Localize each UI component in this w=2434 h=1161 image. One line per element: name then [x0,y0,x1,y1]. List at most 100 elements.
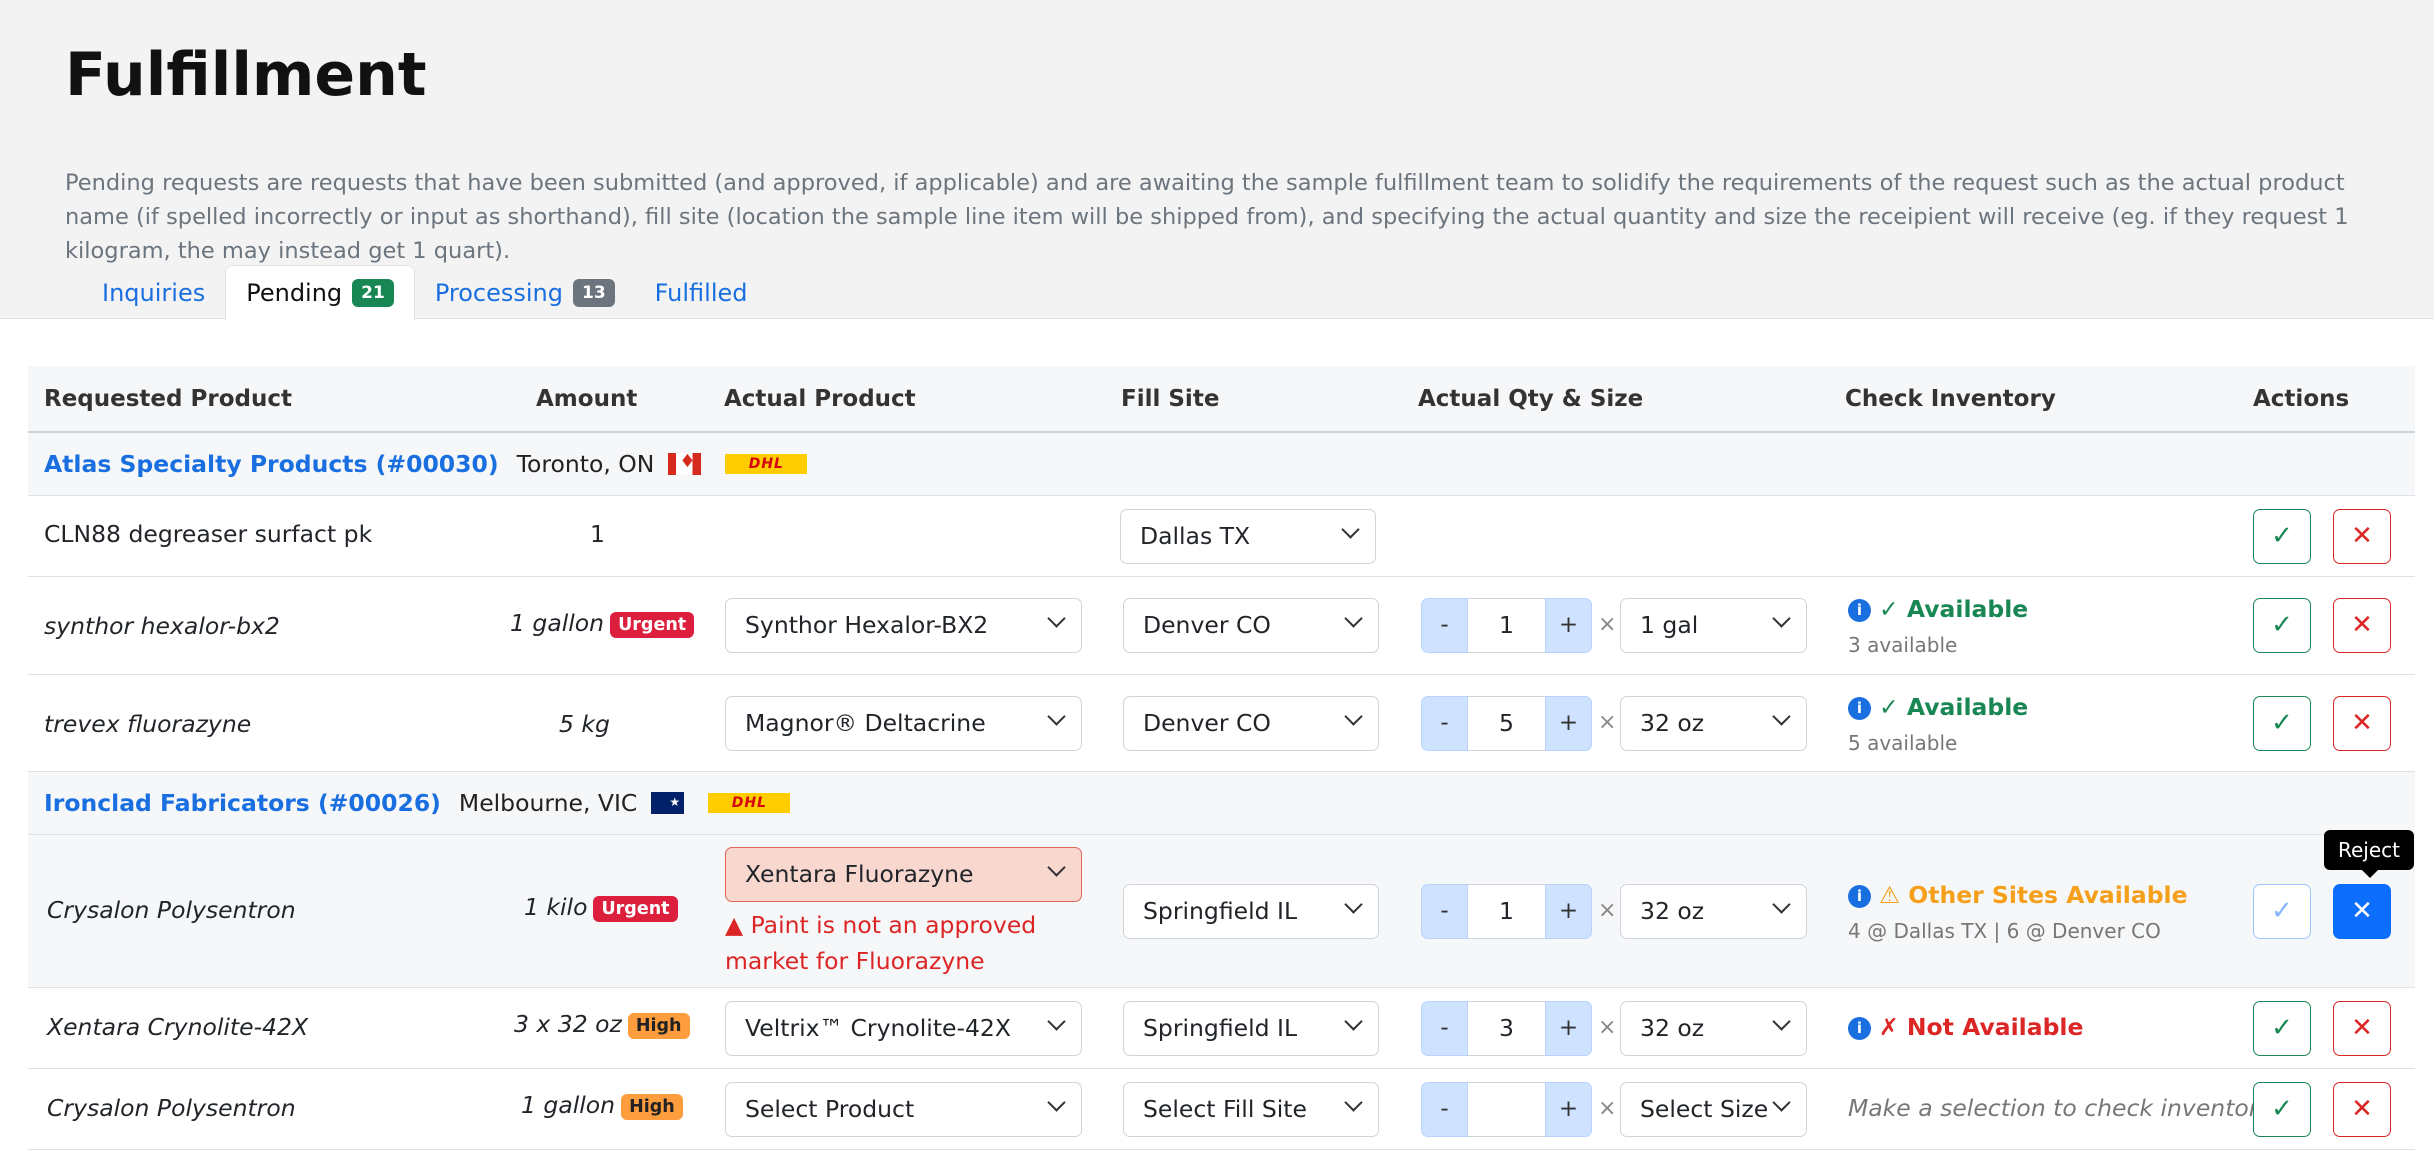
page-title: Fulfillment [65,40,427,110]
select-value: Synthor Hexalor-BX2 [745,611,989,639]
select-value: Denver CO [1143,709,1271,737]
size-select[interactable]: Select Size [1620,1082,1807,1137]
quantity-input[interactable]: 5 [1468,696,1545,751]
tab-processing[interactable]: Processing 13 [415,265,635,320]
fill-site-select[interactable]: Springfield IL [1123,1001,1379,1056]
fill-site-select[interactable]: Denver CO [1123,696,1379,751]
accept-button[interactable]: ✓ [2253,696,2311,751]
warning-icon: ▲ [725,911,744,939]
amount: 1 gallon [510,609,605,637]
amount: 1 gallon [521,1091,616,1119]
decrement-button[interactable]: - [1421,884,1468,939]
table-row: trevex fluorazyne 5 kg Magnor® Deltacrin… [28,675,2415,772]
decrement-button[interactable]: - [1421,1082,1468,1137]
reject-button[interactable]: ✕ [2333,696,2391,751]
chevron-down-icon [1047,858,1066,877]
actual-product-select[interactable]: Synthor Hexalor-BX2 [725,598,1082,653]
info-icon[interactable]: i [1848,885,1871,908]
customer-group-header: Atlas Specialty Products (#00030) Toront… [28,433,2415,496]
inventory-detail: 3 available [1848,633,1958,657]
select-value: Veltrix™ Crynolite-42X [745,1014,1011,1042]
requested-product: trevex fluorazyne [44,710,252,738]
increment-button[interactable]: + [1545,884,1592,939]
actual-product-select[interactable]: Magnor® Deltacrine [725,696,1082,751]
decrement-button[interactable]: - [1421,598,1468,653]
table-row: CLN88 degreaser surfact pk 1 Dallas TX ✓… [28,496,2415,577]
customer-link[interactable]: Ironclad Fabricators (#00026) [44,789,441,817]
table-row: Crysalon Polysentron 1 kilo Urgent Xentar… [28,830,2415,988]
info-icon[interactable]: i [1848,1017,1871,1040]
accept-button[interactable]: ✓ [2253,1082,2311,1137]
multiply-icon: × [1598,1015,1617,1040]
chevron-down-icon [1047,707,1066,726]
fill-site-select[interactable]: Springfield IL [1123,884,1379,939]
increment-button[interactable]: + [1545,1082,1592,1137]
select-value: Select Product [745,1095,915,1123]
quantity-input[interactable]: 3 [1468,1001,1545,1056]
select-value: Select Fill Site [1143,1095,1307,1123]
fill-site-select[interactable]: Denver CO [1123,598,1379,653]
increment-button[interactable]: + [1545,598,1592,653]
fill-site-select[interactable]: Dallas TX [1120,509,1376,564]
fill-site-select[interactable]: Select Fill Site [1123,1082,1379,1137]
size-select[interactable]: 32 oz [1620,1001,1807,1056]
size-select[interactable]: 32 oz [1620,884,1807,939]
actual-product-select[interactable]: Select Product [725,1082,1082,1137]
quantity-stepper: - + [1421,1082,1592,1137]
quantity-input[interactable]: 1 [1468,884,1545,939]
column-header: Requested Product [44,386,292,412]
inventory-status: i ✓ Available [1848,595,2028,623]
tab-pending[interactable]: Pending 21 [225,265,415,321]
inventory-hint: Make a selection to check inventory [1848,1094,2273,1122]
accept-button[interactable]: ✓ [2253,509,2311,564]
accept-button[interactable]: ✓ [2253,1001,2311,1056]
select-value: Denver CO [1143,611,1271,639]
quantity-input[interactable]: 1 [1468,598,1545,653]
select-value: Springfield IL [1143,1014,1298,1042]
australia-flag-icon [651,792,685,814]
requested-product: Crysalon Polysentron [47,896,296,924]
inventory-status-text: ✓ Available [1879,693,2029,721]
chevron-down-icon [1772,1093,1791,1112]
accept-button[interactable]: ✓ [2253,598,2311,653]
tab-fulfilled[interactable]: Fulfilled [635,265,768,320]
increment-button[interactable]: + [1545,696,1592,751]
tab-label: Pending [246,279,343,307]
amount: 5 kg [559,710,610,738]
customer-link[interactable]: Atlas Specialty Products (#00030) [44,450,499,478]
dhl-logo-icon: DHL [708,793,791,813]
size-select[interactable]: 32 oz [1620,696,1807,751]
priority-badge: High [621,1093,683,1120]
chevron-down-icon [1344,707,1363,726]
size-select[interactable]: 1 gal [1620,598,1807,653]
quantity-stepper: - 1 + [1421,598,1592,653]
decrement-button[interactable]: - [1421,696,1468,751]
table-header: Requested Product Amount Actual Product … [28,366,2415,433]
tab-inquiries[interactable]: Inquiries [82,265,225,320]
actual-product-select[interactable]: Xentara Fluorazyne [725,847,1082,902]
accept-button[interactable]: ✓ [2253,884,2311,939]
increment-button[interactable]: + [1545,1001,1592,1056]
info-icon[interactable]: i [1848,697,1871,720]
requested-product: CLN88 degreaser surfact pk [44,520,373,548]
inventory-status: i ⚠ Other Sites Available [1848,881,2188,909]
decrement-button[interactable]: - [1421,1001,1468,1056]
reject-button[interactable]: ✕ [2333,1082,2391,1137]
info-icon[interactable]: i [1848,599,1871,622]
reject-button[interactable]: ✕ [2333,1001,2391,1056]
select-value: Springfield IL [1143,897,1298,925]
dhl-logo-icon: DHL [725,454,808,474]
tab-label: Inquiries [102,278,206,307]
chevron-down-icon [1344,609,1363,628]
multiply-icon: × [1598,710,1617,735]
quantity-input[interactable] [1468,1082,1545,1137]
reject-button[interactable]: ✕ [2333,884,2391,939]
count-badge: 13 [573,278,615,307]
reject-button[interactable]: ✕ [2333,509,2391,564]
select-value: 32 oz [1640,1014,1705,1042]
actual-product-select[interactable]: Veltrix™ Crynolite-42X [725,1001,1082,1056]
select-value: Dallas TX [1140,522,1251,550]
reject-button[interactable]: ✕ [2333,598,2391,653]
customer-group-header: Ironclad Fabricators (#00026) Melbourne,… [28,772,2415,835]
chevron-down-icon [1344,895,1363,914]
